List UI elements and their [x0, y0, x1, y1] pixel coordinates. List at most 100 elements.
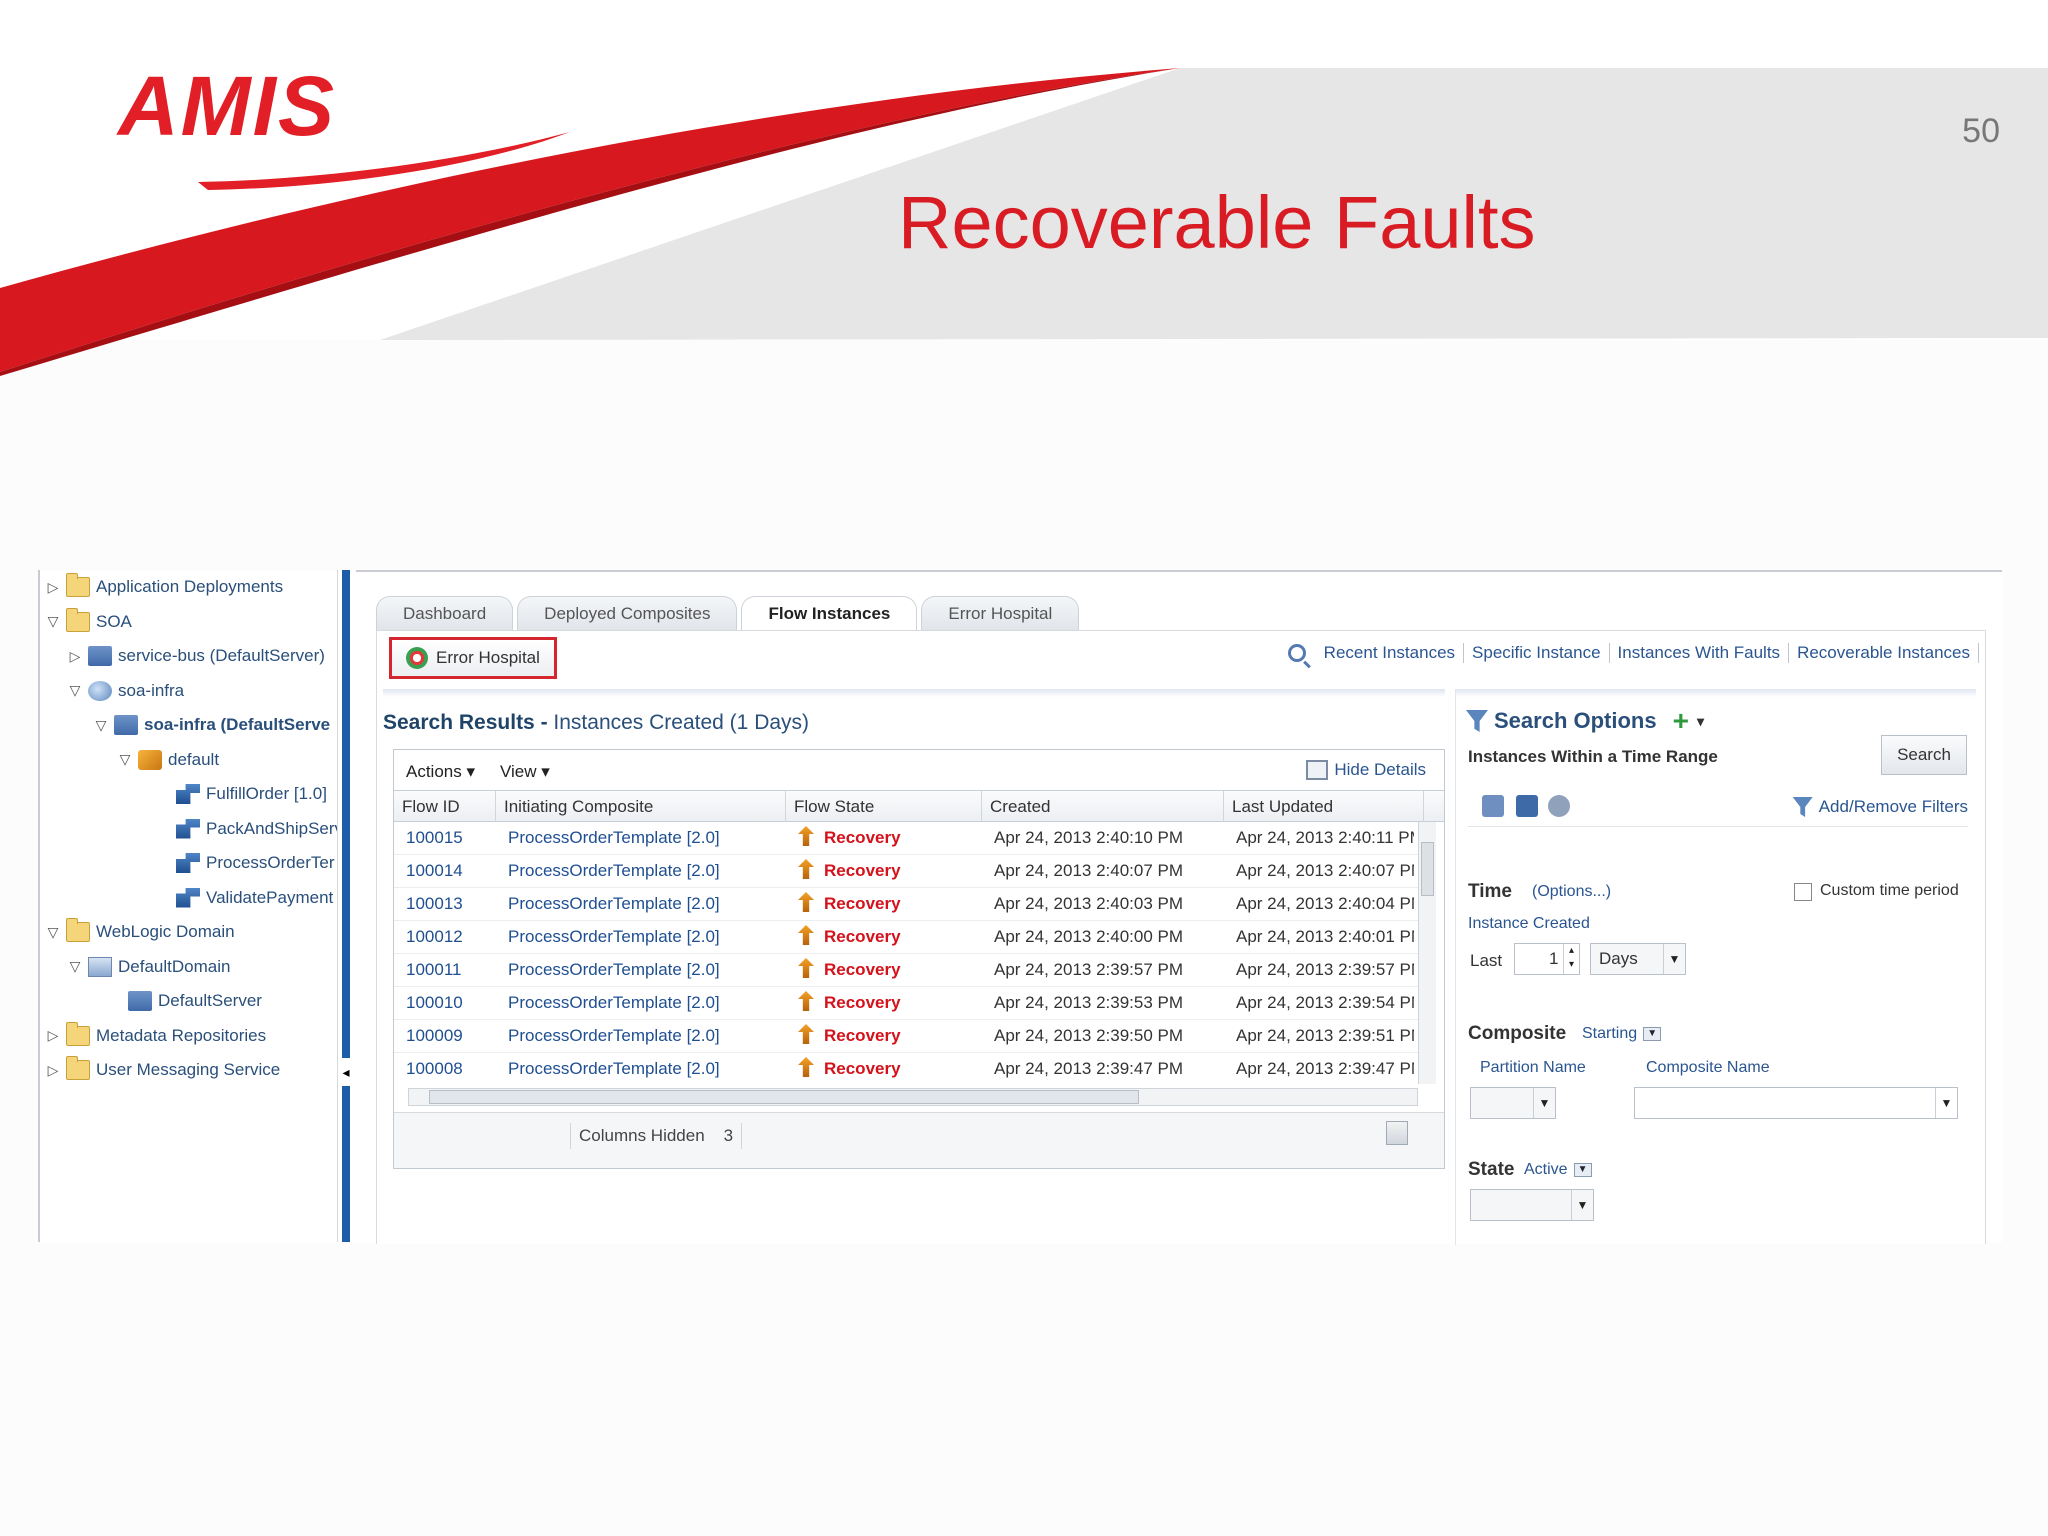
flow-state-cell: Recovery	[786, 921, 982, 953]
tree-node[interactable]: ▽ soa-infra	[66, 676, 184, 706]
tree-node[interactable]: PackAndShipServ	[154, 814, 337, 844]
flow-id-cell[interactable]: 100012	[394, 921, 496, 953]
table-row[interactable]: 100015 ProcessOrderTemplate [2.0] Recovery…	[394, 822, 1424, 855]
flow-id-cell[interactable]: 100011	[394, 954, 496, 986]
composite-name-select[interactable]: ▼	[1634, 1087, 1958, 1119]
composite-match-select[interactable]: Starting ▼	[1582, 1025, 1662, 1043]
tree-node[interactable]: ValidatePayment [	[154, 883, 337, 913]
stepper-icon[interactable]: ▴ ▾	[1563, 944, 1579, 974]
horizontal-scrollbar[interactable]	[408, 1088, 1418, 1106]
flow-id-cell[interactable]: 100009	[394, 1020, 496, 1052]
flow-id-cell[interactable]: 100015	[394, 822, 496, 854]
composite-cell[interactable]: ProcessOrderTemplate [2.0]	[496, 987, 786, 1019]
filter-toolbar: Add/Remove Filters	[1468, 787, 1968, 827]
col-created[interactable]: Created	[982, 791, 1224, 822]
tree-node[interactable]: ▽ default	[116, 745, 219, 775]
expanded-icon[interactable]: ▽	[44, 924, 62, 941]
settings-icon[interactable]	[1548, 795, 1570, 817]
tree-node[interactable]: DefaultServer	[106, 986, 262, 1016]
flow-id-cell[interactable]: 100014	[394, 855, 496, 887]
recent-instances-link[interactable]: Recent Instances	[1316, 643, 1465, 663]
tree-node[interactable]: ▽ DefaultDomain	[66, 952, 230, 982]
composite-cell[interactable]: ProcessOrderTemplate [2.0]	[496, 822, 786, 854]
tree-node[interactable]: ▷ Metadata Repositories	[44, 1021, 266, 1051]
error-hospital-button[interactable]: Error Hospital	[389, 637, 557, 679]
expanded-icon[interactable]: ▽	[66, 682, 84, 699]
vertical-scrollbar[interactable]	[1418, 822, 1436, 1084]
col-last-updated[interactable]: Last Updated	[1224, 791, 1424, 822]
vertical-scroll-thumb[interactable]	[1421, 842, 1434, 896]
hide-details-button[interactable]: Hide Details	[1306, 760, 1426, 780]
table-row[interactable]: 100014 ProcessOrderTemplate [2.0] Recovery…	[394, 855, 1424, 888]
tree-node[interactable]: ▷ service-bus (DefaultServer)	[66, 641, 325, 671]
table-row[interactable]: 100011 ProcessOrderTemplate [2.0] Recovery…	[394, 954, 1424, 987]
col-flow-state[interactable]: Flow State	[786, 791, 982, 822]
saved-search-icon[interactable]	[1482, 795, 1504, 817]
tab-dashboard[interactable]: Dashboard	[376, 596, 514, 630]
expanded-icon[interactable]: ▽	[92, 717, 110, 734]
tree-node[interactable]: ▽ SOA	[44, 607, 132, 637]
recoverable-instances-link[interactable]: Recoverable Instances	[1789, 643, 1979, 663]
tree-node[interactable]: ▽ WebLogic Domain	[44, 917, 235, 947]
custom-time-period-checkbox[interactable]	[1794, 883, 1812, 901]
tree-node[interactable]: ProcessOrderTer	[154, 848, 334, 878]
flow-id-cell[interactable]: 100010	[394, 987, 496, 1019]
chevron-down-icon: ▼	[1571, 1190, 1593, 1220]
add-icon[interactable]: +	[1673, 705, 1689, 737]
pane-splitter[interactable]	[342, 570, 350, 1242]
search-button[interactable]: Search	[1881, 735, 1967, 775]
server-icon	[114, 715, 138, 735]
flow-id-cell[interactable]: 100008	[394, 1053, 496, 1084]
table-row[interactable]: 100008 ProcessOrderTemplate [2.0] Recovery…	[394, 1053, 1424, 1084]
view-menu[interactable]: View ▾	[500, 762, 550, 782]
instances-with-faults-link[interactable]: Instances With Faults	[1610, 643, 1790, 663]
composite-cell[interactable]: ProcessOrderTemplate [2.0]	[496, 1020, 786, 1052]
composite-cell[interactable]: ProcessOrderTemplate [2.0]	[496, 1053, 786, 1084]
table-row[interactable]: 100012 ProcessOrderTemplate [2.0] Recovery…	[394, 921, 1424, 954]
save-icon[interactable]	[1516, 795, 1538, 817]
last-value-stepper[interactable]: 1 ▴ ▾	[1514, 943, 1580, 975]
recovery-icon	[798, 925, 814, 945]
partition-name-select[interactable]: ▼	[1470, 1087, 1556, 1119]
expanded-icon[interactable]: ▽	[44, 613, 62, 630]
tab-deployed-composites[interactable]: Deployed Composites	[517, 596, 738, 630]
tree-node[interactable]: ▽ soa-infra (DefaultServe	[92, 710, 330, 740]
table-row[interactable]: 100010 ProcessOrderTemplate [2.0] Recovery…	[394, 987, 1424, 1020]
chevron-down-icon[interactable]: ▾	[1697, 713, 1704, 730]
composite-cell[interactable]: ProcessOrderTemplate [2.0]	[496, 888, 786, 920]
table-row[interactable]: 100013 ProcessOrderTemplate [2.0] Recovery…	[394, 888, 1424, 921]
instance-created-label: Instance Created	[1468, 915, 1590, 932]
specific-instance-link[interactable]: Specific Instance	[1464, 643, 1610, 663]
composite-cell[interactable]: ProcessOrderTemplate [2.0]	[496, 855, 786, 887]
tree-node[interactable]: ▷ User Messaging Service	[44, 1055, 280, 1085]
expanded-icon[interactable]: ▽	[66, 958, 84, 975]
state-match-select[interactable]: Active ▼	[1524, 1161, 1592, 1179]
columns-hidden: Columns Hidden 3	[570, 1123, 743, 1149]
composite-cell[interactable]: ProcessOrderTemplate [2.0]	[496, 921, 786, 953]
horizontal-scroll-thumb[interactable]	[429, 1090, 1139, 1104]
composite-icon	[176, 887, 200, 908]
tree-node[interactable]: ▷ Application Deployments	[44, 572, 283, 602]
col-flow-id[interactable]: Flow ID	[394, 791, 496, 822]
collapsed-icon[interactable]: ▷	[44, 579, 62, 596]
time-unit-select[interactable]: Days ▼	[1590, 943, 1686, 975]
expanded-icon[interactable]: ▽	[116, 751, 134, 768]
table-row[interactable]: 100009 ProcessOrderTemplate [2.0] Recovery…	[394, 1020, 1424, 1053]
composite-cell[interactable]: ProcessOrderTemplate [2.0]	[496, 954, 786, 986]
col-initiating-composite[interactable]: Initiating Composite	[496, 791, 786, 822]
tab-flow-instances[interactable]: Flow Instances	[741, 596, 918, 630]
time-options-link[interactable]: (Options...)	[1532, 883, 1611, 901]
flow-id-cell[interactable]: 100013	[394, 888, 496, 920]
collapse-pane-icon[interactable]: ◂	[340, 1058, 352, 1086]
collapsed-icon[interactable]: ▷	[44, 1062, 62, 1079]
created-cell: Apr 24, 2013 2:40:03 PM	[994, 894, 1184, 913]
actions-menu[interactable]: Actions ▾	[406, 762, 475, 782]
tree-node[interactable]: FulfillOrder [1.0]	[154, 779, 327, 809]
add-remove-filters-link[interactable]: Add/Remove Filters	[1792, 797, 1968, 817]
export-icon[interactable]	[1386, 1121, 1408, 1145]
state-select[interactable]: ▼	[1470, 1189, 1594, 1221]
created-cell: Apr 24, 2013 2:39:47 PM	[994, 1059, 1184, 1078]
collapsed-icon[interactable]: ▷	[44, 1027, 62, 1044]
tab-error-hospital[interactable]: Error Hospital	[921, 596, 1080, 630]
collapsed-icon[interactable]: ▷	[66, 648, 84, 665]
